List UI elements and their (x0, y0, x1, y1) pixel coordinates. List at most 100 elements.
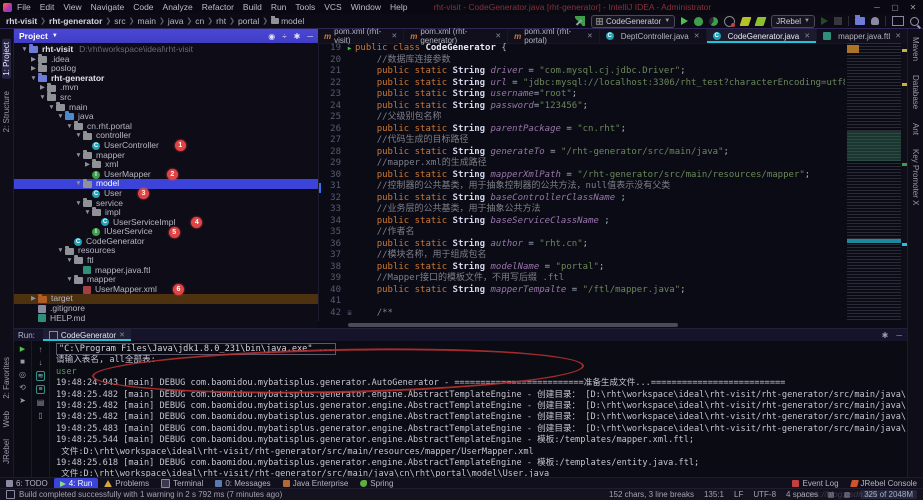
expander-icon[interactable]: ▶ (29, 55, 38, 65)
console-line[interactable]: 19:48:25.544 [main] DEBUG com.baomidou.m… (56, 435, 908, 446)
code-line[interactable]: 25 //父级别包名称 (319, 112, 845, 124)
menu-refactor[interactable]: Refactor (202, 2, 234, 12)
tree-item-service[interactable]: ▼service (14, 199, 318, 209)
breadcrumb-item[interactable]: main (138, 16, 156, 26)
close-icon[interactable]: ✕ (119, 331, 125, 339)
breadcrumb-item[interactable]: portal (238, 16, 259, 26)
expander-icon[interactable]: ▶ (29, 64, 38, 74)
restore-layout-icon[interactable]: ⟲ (19, 383, 26, 392)
code-line[interactable]: 38 public static String modelName = "por… (319, 262, 845, 274)
expander-icon[interactable]: ▼ (38, 93, 47, 103)
code-line[interactable]: 27 //代码生成的目标路径 (319, 135, 845, 147)
breadcrumb-item[interactable]: src (114, 16, 125, 26)
breadcrumb-item[interactable]: rht-generator (49, 16, 102, 26)
tree-item-resources[interactable]: ▼resources (14, 246, 318, 256)
console-line[interactable]: 19:48:25.483 [main] DEBUG com.baomidou.m… (56, 424, 908, 435)
stripe----structure[interactable]: 2: Structure (2, 91, 11, 132)
editor-tab[interactable]: mapper.java.ftl✕ (817, 29, 908, 43)
tree-item-xml[interactable]: ▶xml (14, 160, 318, 170)
editor-tab[interactable]: CCodeGenerator.java✕ (707, 29, 817, 43)
code-line[interactable]: 30 public static String mapperXmlPath = … (319, 170, 845, 182)
close-icon[interactable]: ✕ (587, 32, 593, 40)
expander-icon[interactable]: ▼ (65, 256, 74, 266)
menu-edit[interactable]: Edit (40, 2, 55, 12)
settings-gear-icon[interactable]: ✱ (294, 32, 301, 41)
tree-item-ftl[interactable]: ▼ftl (14, 256, 318, 266)
menu-vcs[interactable]: VCS (324, 2, 341, 12)
jrebel-debug-button[interactable] (755, 17, 767, 26)
tree-item-iuserservice[interactable]: IIUserService5 (14, 227, 318, 237)
pin-tab-icon[interactable]: ➤ (19, 396, 26, 405)
code-line[interactable]: 35 //作者名 (319, 227, 845, 239)
menu-tools[interactable]: Tools (295, 2, 315, 12)
rerun-button[interactable]: ▶ (20, 345, 25, 353)
hide-panel-icon[interactable]: ─ (307, 32, 313, 41)
search-everywhere-icon[interactable] (871, 17, 879, 25)
console-line[interactable]: 19:48:25.482 [main] DEBUG com.baomidou.m… (56, 390, 908, 401)
lock-icon[interactable] (828, 492, 834, 498)
tree-item-mapper.java.ftl[interactable]: mapper.java.ftl (14, 266, 318, 276)
code-line[interactable]: 24 public static String password="123456… (319, 101, 845, 113)
code-line[interactable]: 29 //mapper.xml的生成路径 (319, 158, 845, 170)
menu-view[interactable]: View (63, 2, 81, 12)
clear-console-icon[interactable]: ▯ (38, 411, 42, 420)
hide-panel-icon[interactable]: ─ (896, 331, 902, 340)
code-line[interactable]: 40 public static String mapperTempalte =… (319, 285, 845, 297)
chevron-down-icon[interactable]: ▼ (52, 33, 58, 39)
menu-navigate[interactable]: Navigate (91, 2, 125, 12)
build-hammer-icon[interactable] (575, 16, 585, 26)
status-widget[interactable]: LF (734, 490, 743, 499)
stripe-database[interactable]: Database (911, 75, 920, 109)
code-line[interactable]: 39 //Mapper接口的模板文件，不用写后缀 .ftl (319, 273, 845, 285)
tree-item-main[interactable]: ▼main (14, 103, 318, 113)
tree-item-user[interactable]: CUser3 (14, 189, 318, 199)
stripe-maven[interactable]: Maven (911, 37, 920, 61)
expander-icon[interactable]: ▼ (83, 208, 92, 218)
run-console[interactable]: "C:\Program Files\Java\jdk1.8.0_231\bin\… (50, 341, 908, 478)
code-line[interactable]: 34 public static String baseServiceClass… (319, 216, 845, 228)
code-editor[interactable]: 19▶public class CodeGenerator {20 //数据库连… (318, 43, 845, 321)
tree-item-userserviceimpl[interactable]: CUserServiceImpl4 (14, 218, 318, 228)
code-line[interactable]: 22 public static String url = "jdbc:mysq… (319, 78, 845, 90)
menu-window[interactable]: Window (351, 2, 381, 12)
menu-file[interactable]: File (17, 2, 31, 12)
tree-item-codegenerator[interactable]: CCodeGenerator (14, 237, 318, 247)
indent-icon[interactable] (844, 492, 850, 498)
expander-icon[interactable]: ▼ (65, 122, 74, 132)
expander-icon[interactable]: ▼ (74, 199, 83, 209)
code-line[interactable]: 33 //业务层的公共基类，用于抽象公共方法 (319, 204, 845, 216)
expander-icon[interactable]: ▼ (74, 151, 83, 161)
jrebel-select[interactable]: JRebel ▼ (771, 15, 815, 28)
horizontal-scrollbar[interactable] (348, 323, 678, 327)
maximize-button[interactable]: ▢ (887, 3, 903, 12)
expander-icon[interactable]: ▼ (74, 131, 83, 141)
restore-layout-icon[interactable] (892, 16, 904, 26)
expander-icon[interactable]: ▼ (20, 45, 29, 55)
breadcrumb-item[interactable]: rht-visit (6, 16, 37, 26)
close-icon[interactable]: ✕ (495, 32, 501, 40)
code-line[interactable]: 37 //模块名称，用于组成包名 (319, 250, 845, 262)
console-line[interactable]: user (56, 367, 908, 378)
down-stack-icon[interactable]: ↓ (39, 358, 43, 367)
tree-item-mapper[interactable]: ▼mapper (14, 151, 318, 161)
run-tab[interactable]: CodeGenerator ✕ (43, 329, 131, 341)
code-line[interactable]: 23 public static String username="root"; (319, 89, 845, 101)
expander-icon[interactable]: ▶ (29, 294, 38, 304)
editor-tab[interactable]: mpom.xml (rht-visit)✕ (318, 29, 404, 43)
tree-item-src[interactable]: ▼src (14, 93, 318, 103)
debug-button[interactable] (694, 17, 703, 26)
expander-icon[interactable]: ▶ (83, 160, 92, 170)
breadcrumb-item[interactable]: cn (195, 16, 204, 26)
close-icon[interactable]: ✕ (895, 32, 901, 40)
console-line[interactable]: 19:48:25.482 [main] DEBUG com.baomidou.m… (56, 401, 908, 412)
run-gutter-icon[interactable]: ▶ (344, 43, 355, 55)
run-configuration-select[interactable]: CodeGenerator ▼ (591, 15, 675, 28)
expander-icon[interactable]: ▼ (65, 275, 74, 285)
expander-icon[interactable]: ▼ (29, 74, 38, 84)
console-line[interactable]: 文件:D:\rht\workspace\ideal\rht-visit/rht-… (56, 447, 908, 458)
code-line[interactable]: 31 //控制器的公共基类，用于抽象控制器的公共方法，null值表示没有父类 (319, 181, 845, 193)
expander-icon[interactable]: ▼ (56, 112, 65, 122)
stripe-ant[interactable]: Ant (911, 123, 920, 135)
console-line[interactable]: 请输入表名, all全部表: (56, 355, 908, 366)
stripe-web[interactable]: Web (2, 411, 11, 427)
